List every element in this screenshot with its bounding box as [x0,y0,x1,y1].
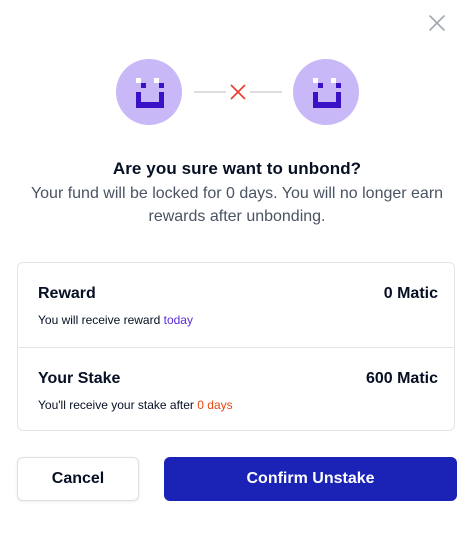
unbond-dialog: Are you sure want to unbond? Your fund w… [0,0,474,534]
stake-value: 600 Matic [365,370,438,387]
close-icon[interactable] [424,10,450,36]
smiley-avatar-icon [293,59,359,125]
stake-label: Your Stake [38,370,121,387]
reward-value: 0 Matic [383,285,438,302]
reward-row: Reward 0 Matic You will receive reward t… [18,263,454,348]
stake-row: Your Stake 600 Matic You'll receive your… [18,348,454,432]
reward-note-highlight: today [163,313,193,327]
reward-note: You will receive reward today [38,313,193,327]
confirm-unstake-button[interactable]: Confirm Unstake [164,457,457,501]
reward-label: Reward [38,285,96,302]
stake-note-highlight: 0 days [197,398,233,412]
stake-note-text: You'll receive your stake after [38,398,198,412]
stake-note: You'll receive your stake after 0 days [38,398,233,412]
dialog-title: Are you sure want to unbond? [112,159,362,178]
dialog-subtitle: Your fund will be locked for 0 days. You… [30,185,444,225]
cancel-button[interactable]: Cancel [17,457,139,501]
unbond-illustration [116,59,359,125]
reward-note-text: You will receive reward [38,313,164,327]
unbond-summary-card: Reward 0 Matic You will receive reward t… [17,262,455,431]
disconnect-x-icon [230,84,246,100]
smiley-avatar-icon [116,59,182,125]
